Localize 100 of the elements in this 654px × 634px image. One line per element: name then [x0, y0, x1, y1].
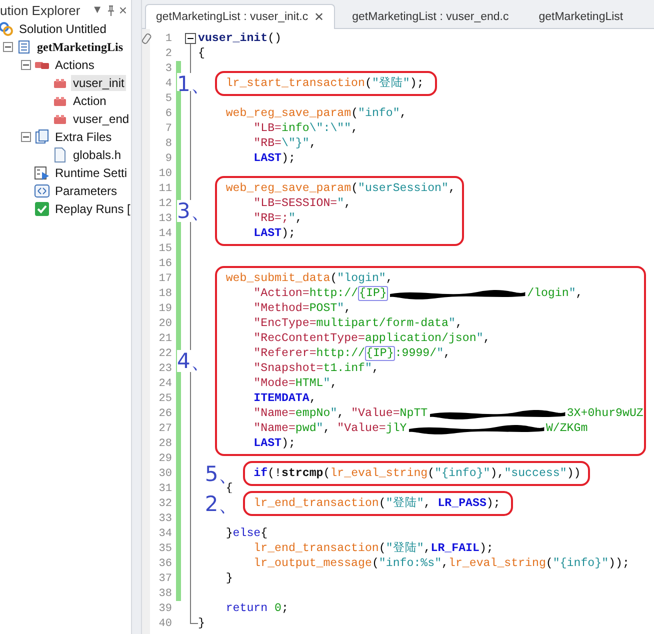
code-text: W/ZKGm [546, 422, 588, 435]
tree-item[interactable]: Action [71, 93, 108, 109]
code-text: "RB=;", [254, 212, 302, 225]
line-number: 3 [164, 62, 172, 74]
line-number: 38 [158, 588, 172, 600]
line-number: 12 [158, 198, 172, 210]
code-text: vuser_init() [198, 32, 282, 45]
line-number: 11 [158, 182, 172, 194]
code-text: "EncType=multipart/form-data", [254, 317, 462, 330]
code-text: if(!strcmp(lr_eval_string("{info}"),"success")) [254, 467, 581, 480]
line-number: 24 [158, 378, 172, 390]
collapse-icon[interactable] [3, 42, 13, 52]
code-text: "LB=info\":\"", [254, 122, 358, 135]
tree-item[interactable]: Actions [53, 57, 96, 73]
code-text: } [198, 617, 205, 630]
code-text: { [198, 47, 205, 60]
code-text: return 0; [226, 602, 288, 615]
code-text: "RecContentType=application/json", [254, 332, 490, 345]
tree-item[interactable]: Runtime Setti [53, 165, 130, 181]
code-text: "Method=POST", [254, 302, 352, 315]
panel-title: ution Explorer [0, 2, 82, 18]
code-text: ITEMDATA, [254, 392, 316, 405]
code-text: "Action=http://{IP} [254, 287, 388, 300]
line-number: 17 [158, 272, 172, 284]
code-text: "Name=empNo", "Value=NpTT [254, 407, 428, 420]
line-number: 16 [158, 258, 172, 270]
line-number: 33 [158, 512, 172, 524]
code-text: "Name=pwd", "Value=jlY [254, 422, 407, 435]
code-text: web_reg_save_param("info", [226, 107, 407, 120]
line-number: 5 [164, 92, 172, 104]
line-number: 20 [158, 318, 172, 330]
code-text: "LB=SESSION=", [254, 197, 352, 210]
parameters-icon [34, 183, 50, 199]
code-text: LAST); [254, 227, 296, 240]
line-number: 19 [158, 302, 172, 314]
code-text: LAST); [254, 152, 296, 165]
line-number: 31 [158, 482, 172, 494]
editor-tab[interactable]: getMarketingList [526, 4, 636, 29]
line-number: 37 [158, 572, 172, 584]
line-number: 30 [158, 468, 172, 480]
tree-item[interactable]: Replay Runs [ [53, 201, 131, 217]
code-text: lr_output_message("info:%s",lr_eval_string("{info}")); [254, 557, 630, 570]
code-text: web_reg_save_param("userSession", [226, 182, 456, 195]
line-number: 26 [158, 408, 172, 420]
check-icon [34, 201, 50, 217]
code-text: "RB=\"}", [254, 137, 316, 150]
line-number: 18 [158, 288, 172, 300]
editor-tab[interactable]: getMarketingList : vuser_init.c ✕ [145, 4, 336, 29]
line-number: 27 [158, 422, 172, 434]
line-number: 34 [158, 528, 172, 540]
tree-item[interactable]: getMarketingLis [35, 38, 125, 56]
line-number: 15 [158, 242, 172, 254]
collapse-icon[interactable] [21, 132, 31, 142]
line-number: 9 [164, 152, 172, 164]
code-text: web_submit_data("login", [226, 272, 393, 285]
code-text: LAST); [254, 437, 296, 450]
code-text: }else{ [226, 527, 268, 540]
line-number: 4 [164, 78, 172, 90]
line-number: 25 [158, 392, 172, 404]
line-number: 39 [158, 602, 172, 614]
line-number: 35 [158, 542, 172, 554]
line-number: 14 [158, 228, 172, 240]
collapse-icon[interactable] [185, 33, 196, 44]
solution-icon [0, 21, 14, 37]
pin-icon[interactable] [106, 4, 115, 16]
line-number: 36 [158, 558, 172, 570]
line-number: 6 [164, 108, 172, 120]
code-text: "Mode=HTML", [254, 377, 338, 390]
eraser-icon[interactable] [142, 33, 152, 45]
close-button[interactable]: ✕ [314, 10, 324, 24]
line-number: 10 [158, 168, 172, 180]
editor-tab[interactable]: getMarketingList : vuser_end.c [339, 4, 522, 29]
code-text: 3X+0hur9wUZ [566, 407, 644, 420]
line-number: 21 [158, 332, 172, 344]
tree-item[interactable]: Extra Files [53, 129, 114, 145]
line-number: 40 [158, 618, 172, 630]
code-text: lr_end_transaction("登陆", LR_PASS); [254, 497, 500, 510]
dropdown-button[interactable]: ▼ [92, 4, 103, 16]
line-number: 29 [158, 452, 172, 464]
code-text: /login", [527, 287, 583, 300]
tree-item[interactable]: vuser_end [71, 111, 131, 127]
code-text: "Referer=http://{IP}:9999/", [254, 347, 451, 360]
tree-item[interactable]: globals.h [71, 147, 124, 163]
tree-item[interactable]: Parameters [53, 183, 120, 199]
line-number: 1 [164, 32, 172, 44]
script-icon [16, 39, 32, 55]
code-text: "Snapshot=t1.inf", [254, 362, 379, 375]
line-number: 28 [158, 438, 172, 450]
documents-icon [34, 129, 50, 145]
code-text: lr_end_transaction("登陆",LR_FAIL); [254, 542, 494, 555]
code-text: lr_start_transaction("登陆"); [226, 77, 424, 90]
close-button[interactable]: × [118, 2, 127, 18]
file-icon [52, 147, 68, 163]
line-number: 8 [164, 138, 172, 150]
code-text: } [226, 572, 233, 585]
tree-item[interactable]: vuser_init [71, 75, 126, 91]
tree-item[interactable]: Solution Untitled [17, 21, 108, 37]
collapse-icon[interactable] [21, 60, 31, 70]
line-number: 22 [158, 348, 172, 360]
line-number: 2 [164, 48, 172, 60]
